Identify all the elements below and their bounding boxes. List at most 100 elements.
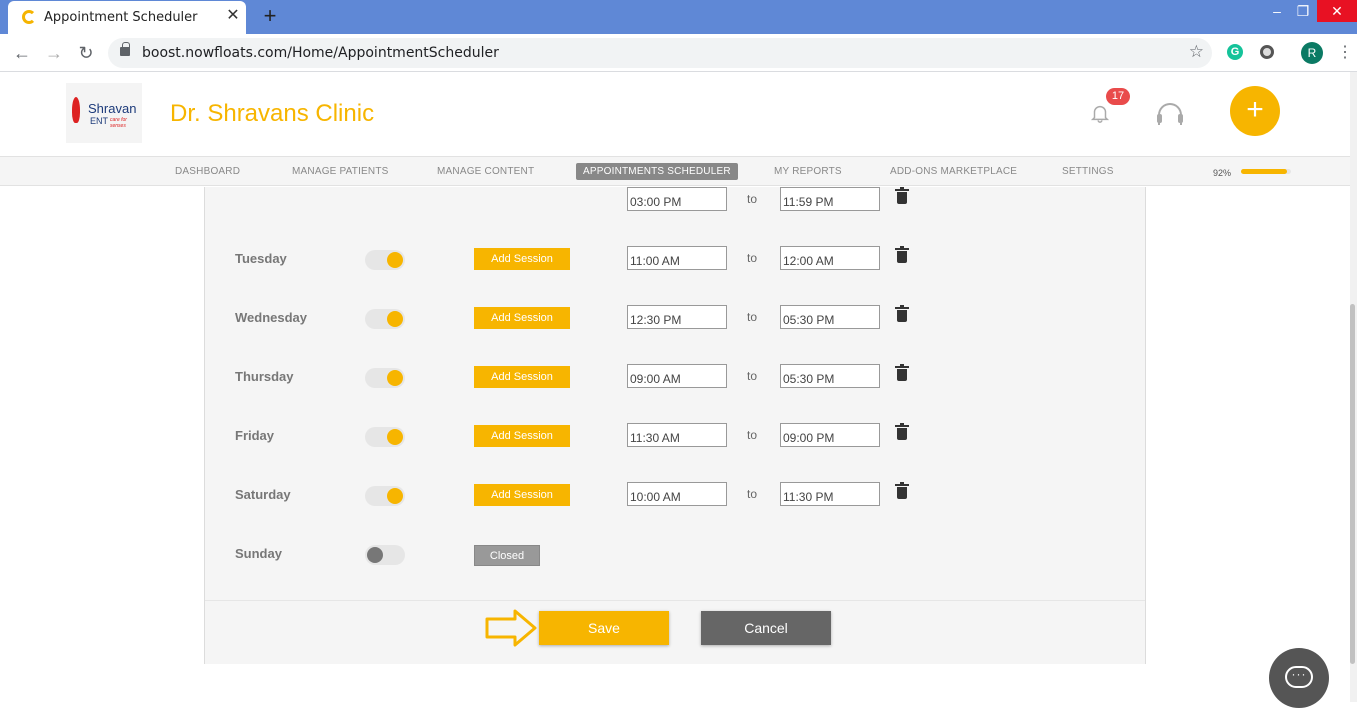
add-session-button[interactable]: Add Session [474,366,570,388]
support-headset-icon[interactable] [1157,103,1183,125]
delete-icon[interactable] [895,305,909,322]
day-row-friday: Friday Add Session to [205,423,1145,453]
toggle-knob [387,370,403,386]
clinic-logo[interactable]: Shravan ENT care for senses [66,83,142,143]
minimize-icon[interactable]: – [1264,0,1290,22]
day-toggle[interactable] [365,427,405,447]
end-time-input[interactable] [780,305,880,329]
save-button[interactable]: Save [539,611,669,645]
nav-appointments-scheduler[interactable]: APPOINTMENTS SCHEDULER [576,163,738,180]
end-time-input[interactable] [780,246,880,270]
chat-icon: ··· [1285,666,1313,688]
end-time-input[interactable] [780,482,880,506]
tab-title: Appointment Scheduler [44,10,198,25]
logo-subtext: ENT [90,116,108,126]
add-button[interactable]: + [1230,86,1280,136]
url-text: boost.nowfloats.com/Home/AppointmentSche… [142,45,499,61]
nav-manage-content[interactable]: MANAGE CONTENT [437,166,534,177]
day-row-saturday: Saturday Add Session to [205,482,1145,512]
add-session-button[interactable]: Add Session [474,248,570,270]
nav-add-ons-marketplace[interactable]: ADD-ONS MARKETPLACE [890,166,1017,177]
page-scrollbar[interactable] [1350,72,1357,702]
day-row-wednesday: Wednesday Add Session to [205,305,1145,335]
to-label: to [747,428,758,442]
end-time-input[interactable] [780,187,880,211]
to-label: to [747,251,758,265]
app-header: Shravan ENT care for senses Dr. Shravans… [0,72,1350,156]
day-label: Sunday [235,546,282,561]
restore-icon[interactable]: ❐ [1290,0,1316,22]
start-time-input[interactable] [627,423,727,447]
delete-icon[interactable] [895,364,909,381]
to-label: to [747,310,758,324]
start-time-input[interactable] [627,305,727,329]
profile-avatar[interactable]: R [1301,42,1323,64]
browser-tab-bar: Appointment Scheduler ✕ + – ❐ ✕ [0,0,1357,34]
add-session-button[interactable]: Add Session [474,484,570,506]
browser-tab[interactable]: Appointment Scheduler ✕ [8,1,246,34]
back-icon[interactable]: ← [10,41,34,65]
lock-icon [120,42,130,56]
day-label: Saturday [235,487,291,502]
delete-icon[interactable] [895,423,909,440]
add-session-button[interactable]: Add Session [474,425,570,447]
to-label: to [747,369,758,383]
toggle-knob [387,488,403,504]
address-bar[interactable]: boost.nowfloats.com/Home/AppointmentSche… [108,38,1212,68]
logo-flame-icon [72,97,80,123]
day-toggle[interactable] [365,250,405,270]
start-time-input[interactable] [627,482,727,506]
notification-bell-icon[interactable] [1089,102,1111,124]
browser-menu-icon[interactable]: ⋮ [1337,42,1353,64]
delete-icon[interactable] [895,187,909,204]
day-toggle[interactable] [365,486,405,506]
notification-count-badge: 17 [1106,88,1130,105]
scrollbar-thumb[interactable] [1350,304,1355,664]
day-toggle[interactable] [365,368,405,388]
toggle-knob [387,252,403,268]
delete-icon[interactable] [895,482,909,499]
end-time-input[interactable] [780,364,880,388]
closed-badge: Closed [474,545,540,566]
cancel-button[interactable]: Cancel [701,611,831,645]
extension-icon[interactable] [1260,45,1274,59]
delete-icon[interactable] [895,246,909,263]
to-label: to [747,487,758,501]
day-label: Tuesday [235,251,287,266]
day-toggle[interactable] [365,309,405,329]
reload-icon[interactable]: ↻ [74,41,98,65]
day-toggle[interactable] [365,545,405,565]
partial-session-row: to [205,187,1145,217]
end-time-input[interactable] [780,423,880,447]
grammarly-extension-icon[interactable]: G [1227,44,1243,60]
forward-icon[interactable]: → [42,41,66,65]
new-tab-icon[interactable]: + [258,5,282,29]
nav-dashboard[interactable]: DASHBOARD [175,166,240,177]
chat-button[interactable]: ··· [1269,648,1329,708]
bookmark-star-icon[interactable]: ☆ [1189,42,1204,62]
tab-close-icon[interactable]: ✕ [224,6,242,26]
browser-toolbar: ← → ↻ boost.nowfloats.com/Home/Appointme… [0,34,1357,72]
nav-settings[interactable]: SETTINGS [1062,166,1114,177]
nav-my-reports[interactable]: MY REPORTS [774,166,842,177]
profile-completion-bar [1241,169,1291,174]
day-row-thursday: Thursday Add Session to [205,364,1145,394]
toggle-knob [387,311,403,327]
start-time-input[interactable] [627,364,727,388]
profile-completion-fill [1241,169,1287,174]
day-label: Friday [235,428,275,443]
logo-tagline: care for senses [110,117,127,129]
add-session-button[interactable]: Add Session [474,307,570,329]
day-label: Wednesday [235,310,308,325]
clinic-name: Dr. Shravans Clinic [170,100,375,127]
nav-manage-patients[interactable]: MANAGE PATIENTS [292,166,389,177]
start-time-input[interactable] [627,246,727,270]
schedule-card: to Tuesday Add Session to Wednesday Add … [204,187,1146,664]
logo-text: Shravan [88,101,137,116]
main-nav: DASHBOARD MANAGE PATIENTS MANAGE CONTENT… [0,156,1350,186]
window-close-icon[interactable]: ✕ [1317,0,1357,22]
profile-completion-label: 92% [1213,168,1232,178]
start-time-input[interactable] [627,187,727,211]
day-row-tuesday: Tuesday Add Session to [205,246,1145,276]
day-row-sunday: Sunday Closed [205,541,1145,571]
